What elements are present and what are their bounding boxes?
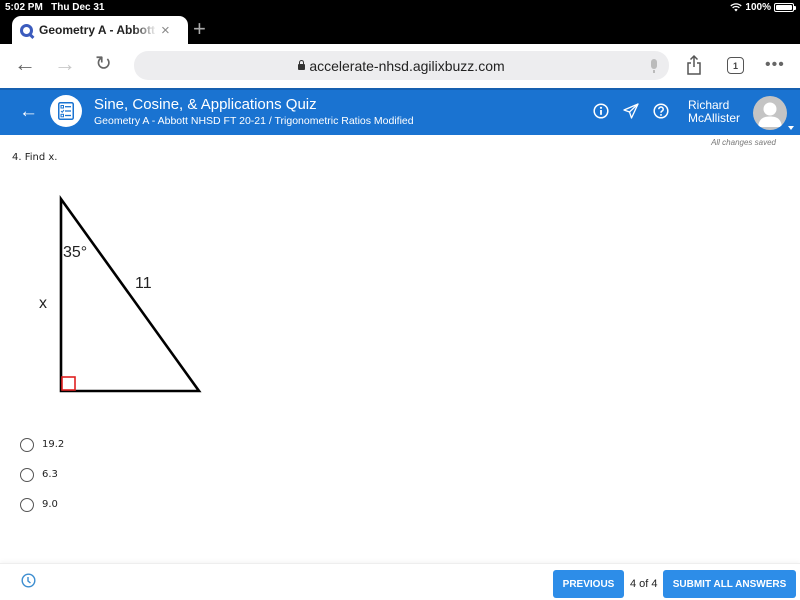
previous-button[interactable]: PREVIOUS [553, 570, 624, 598]
reload-button[interactable]: ↻ [95, 54, 112, 74]
unknown-side-label: x [39, 295, 47, 312]
quiz-title: Sine, Cosine, & Applications Quiz [94, 96, 317, 113]
share-icon[interactable] [686, 54, 702, 76]
right-angle-marker [61, 376, 76, 391]
angle-label: 35° [63, 244, 87, 261]
breadcrumb[interactable]: Geometry A - Abbott NHSD FT 20-21 / Trig… [94, 115, 414, 127]
user-name[interactable]: Richard McAllister [688, 99, 740, 125]
quiz-footer: PREVIOUS 4 of 4 SUBMIT ALL ANSWERS [0, 563, 800, 600]
quiz-header: ← Sine, Cosine, & Applications Quiz Geom… [0, 88, 800, 135]
triangle-figure: 35° 11 x [39, 194, 202, 393]
answer-options: 19.2 6.3 9.0 [20, 437, 64, 527]
question-prompt: 4. Find x. [12, 152, 58, 163]
user-last-name: McAllister [688, 111, 741, 125]
back-button[interactable]: ← [19, 101, 38, 123]
avatar[interactable] [753, 96, 787, 130]
quiz-checklist-icon [50, 95, 82, 127]
answer-option[interactable]: 9.0 [20, 497, 64, 512]
answer-option[interactable]: 19.2 [20, 437, 64, 452]
battery-icon [774, 3, 796, 12]
submit-all-answers-button[interactable]: SUBMIT ALL ANSWERS [663, 570, 796, 598]
help-icon[interactable] [653, 103, 669, 119]
answer-label: 6.3 [42, 469, 58, 480]
url-text: accelerate-nhsd.agilixbuzz.com [309, 57, 505, 74]
user-silhouette-icon [758, 102, 782, 127]
more-options-button[interactable]: ••• [765, 56, 785, 74]
page-indicator: 4 of 4 [630, 578, 658, 590]
right-triangle [59, 194, 202, 393]
radio-button[interactable] [20, 497, 34, 512]
browser-forward-button[interactable]: → [54, 53, 76, 75]
address-bar[interactable]: accelerate-nhsd.agilixbuzz.com [134, 51, 669, 80]
send-icon[interactable] [623, 103, 639, 119]
site-favicon-icon [20, 23, 33, 37]
lock-icon [298, 59, 306, 70]
answer-option[interactable]: 6.3 [20, 467, 64, 482]
wifi-icon [730, 3, 743, 12]
save-status: All changes saved [711, 138, 776, 147]
answer-label: 19.2 [42, 439, 65, 450]
hypotenuse-label: 11 [135, 275, 152, 292]
browser-toolbar: ← → ↻ accelerate-nhsd.agilixbuzz.com 1 •… [0, 44, 800, 88]
radio-button[interactable] [20, 467, 34, 482]
status-and-tab-bar: 5:02 PM Thu Dec 31 100% Geometry A - Abb… [0, 0, 800, 44]
close-tab-icon[interactable]: × [161, 23, 170, 38]
account-menu-caret-icon[interactable] [788, 126, 794, 130]
new-tab-button[interactable]: + [193, 18, 206, 40]
radio-button[interactable] [20, 437, 34, 452]
tab-title: Geometry A - Abbott NHSD FT 20-21 [39, 23, 157, 37]
battery-percent: 100% [745, 2, 771, 13]
microphone-icon[interactable] [651, 59, 657, 73]
status-time: 5:02 PM Thu Dec 31 [5, 2, 105, 13]
clock-date: Thu Dec 31 [51, 2, 105, 13]
browser-back-button[interactable]: ← [14, 53, 36, 75]
clock-time: 5:02 PM [5, 2, 43, 13]
clock-icon[interactable] [21, 573, 36, 588]
battery-fill [776, 5, 792, 10]
status-indicators: 100% [730, 2, 796, 13]
tab-count-button[interactable]: 1 [727, 57, 744, 74]
browser-tab-active[interactable]: Geometry A - Abbott NHSD FT 20-21 × [12, 16, 188, 44]
answer-label: 9.0 [42, 499, 58, 510]
info-icon[interactable] [593, 103, 609, 119]
